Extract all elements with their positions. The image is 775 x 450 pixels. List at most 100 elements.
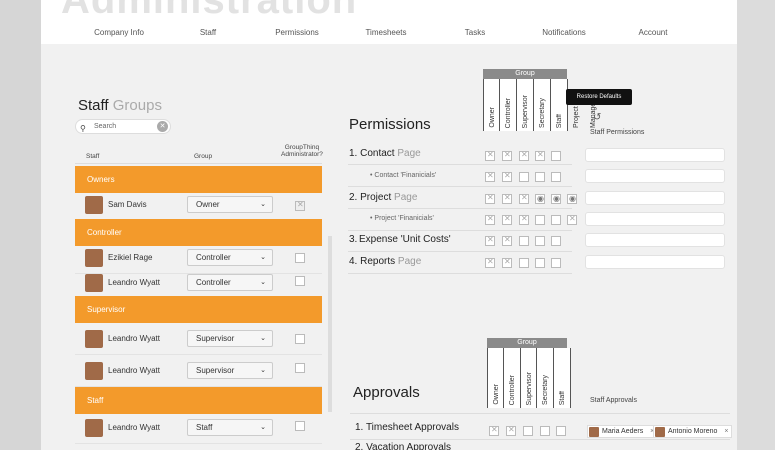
staff-permissions-input[interactable] <box>585 148 725 162</box>
permissions-title: Permissions <box>349 116 431 133</box>
approval-label: 2. Vacation Approvals <box>355 442 451 450</box>
eye-icon: ◉ <box>569 194 576 203</box>
admin-checkbox[interactable] <box>295 276 305 286</box>
permission-checkbox[interactable] <box>535 215 545 225</box>
permission-checkbox[interactable] <box>502 235 512 246</box>
permission-checkbox[interactable] <box>519 172 529 182</box>
tab-bar: Company Info Staff Permissions Timesheet… <box>75 21 698 44</box>
admin-checkbox[interactable] <box>295 363 305 373</box>
approval-checkbox[interactable] <box>523 426 533 436</box>
permission-checkbox[interactable] <box>485 235 495 246</box>
permission-checkbox[interactable] <box>502 257 512 268</box>
permission-checkbox[interactable] <box>502 193 512 204</box>
clear-search-icon[interactable]: ✕ <box>157 121 168 132</box>
tab-tasks[interactable]: Tasks <box>431 21 519 44</box>
permission-checkbox[interactable] <box>485 193 495 204</box>
staff-permissions-input[interactable] <box>585 233 725 247</box>
tab-timesheets[interactable]: Timesheets <box>342 21 430 44</box>
group-header-controller[interactable]: Controller <box>75 219 322 246</box>
role-column: Owner <box>483 79 500 131</box>
permission-checkbox[interactable] <box>535 150 545 161</box>
permission-checkbox[interactable] <box>519 214 529 225</box>
search-icon: ⚲ <box>80 124 86 133</box>
tab-notifications[interactable]: Notifications <box>520 21 608 44</box>
tab-account[interactable]: Account <box>609 21 697 44</box>
permission-checkbox[interactable] <box>551 236 561 246</box>
permission-checkbox[interactable] <box>485 150 495 161</box>
approval-checkbox[interactable] <box>556 426 566 436</box>
permission-checkbox[interactable] <box>485 214 495 225</box>
approval-checkbox[interactable] <box>540 426 550 436</box>
permission-checkbox[interactable] <box>519 193 529 204</box>
admin-checkbox[interactable] <box>295 421 305 431</box>
approval-checkbox[interactable] <box>489 425 499 436</box>
view-only-checkbox[interactable]: ◉ <box>535 194 545 204</box>
permission-label: 3. <box>349 234 358 245</box>
staff-permissions-input[interactable] <box>585 212 725 226</box>
admin-checkbox[interactable] <box>295 334 305 344</box>
approver-tag[interactable]: Antonio Moreno × <box>653 425 733 438</box>
tab-staff[interactable]: Staff <box>164 21 252 44</box>
staff-permissions-input[interactable] <box>585 191 725 205</box>
view-only-checkbox[interactable]: ◉ <box>551 194 561 204</box>
permission-sublabel: • Contact 'Finanicials' <box>370 172 437 179</box>
staff-permissions-input[interactable] <box>585 169 725 183</box>
permission-checkbox[interactable] <box>519 236 529 246</box>
permission-checkbox[interactable] <box>502 214 512 225</box>
permission-checkbox[interactable] <box>535 236 545 246</box>
permission-checkbox[interactable] <box>535 258 545 268</box>
search-input[interactable]: ⚲ Search ✕ <box>75 119 171 134</box>
staff-permissions-input[interactable] <box>585 255 725 269</box>
group-header-supervisor[interactable]: Supervisor <box>75 296 322 323</box>
group-select[interactable]: Owner ⌄ <box>187 196 273 213</box>
chevron-down-icon: ⌄ <box>260 254 266 261</box>
permission-checkbox[interactable] <box>551 258 561 268</box>
chevron-down-icon: ⌄ <box>260 201 266 208</box>
permission-checkbox[interactable] <box>502 171 512 182</box>
divider <box>350 439 730 440</box>
restore-defaults-icon[interactable]: ↺ <box>593 112 601 123</box>
role-columns: Owner Controller Supervisor Secretary St… <box>483 79 597 131</box>
chevron-down-icon: ⌄ <box>260 335 266 342</box>
divider <box>348 164 572 165</box>
approvals-role-header: Group Owner Controller Supervisor Secret… <box>487 338 571 408</box>
permission-checkbox[interactable] <box>551 215 561 225</box>
permission-checkbox[interactable] <box>485 257 495 268</box>
group-select[interactable]: Supervisor ⌄ <box>187 362 273 379</box>
role-column: Staff <box>554 348 571 408</box>
role-column: Project Manager <box>573 100 597 128</box>
permission-label: Expense 'Unit Costs' <box>359 234 451 245</box>
group-select[interactable]: Supervisor ⌄ <box>187 330 273 347</box>
permission-checkbox[interactable] <box>551 172 561 182</box>
group-select[interactable]: Controller ⌄ <box>187 249 273 266</box>
approver-tag[interactable]: Maria Aeders × <box>587 425 659 438</box>
permission-checkbox[interactable] <box>519 258 529 268</box>
approval-checkbox[interactable] <box>506 425 516 436</box>
view-only-checkbox[interactable]: ◉ <box>567 194 577 204</box>
avatar <box>85 330 103 348</box>
group-select[interactable]: Staff ⌄ <box>187 419 273 436</box>
group-header-owners[interactable]: Owners <box>75 166 322 193</box>
admin-checkbox[interactable] <box>295 253 305 263</box>
group-header-staff[interactable]: Staff <box>75 387 322 414</box>
permission-checkbox[interactable] <box>567 214 577 225</box>
remove-icon[interactable]: × <box>724 426 728 437</box>
tab-company-info[interactable]: Company Info <box>75 21 163 44</box>
staff-name: Leandro Wyatt <box>108 278 160 287</box>
permission-checkbox[interactable] <box>519 150 529 161</box>
table-row: Leandro Wyatt Supervisor ⌄ <box>75 324 322 355</box>
role-column: Staff <box>551 79 568 131</box>
permission-checkbox[interactable] <box>502 150 512 161</box>
avatar <box>589 427 599 437</box>
permission-checkbox[interactable] <box>551 151 561 161</box>
group-select[interactable]: Controller ⌄ <box>187 274 273 291</box>
permission-checkbox[interactable] <box>485 171 495 182</box>
tab-permissions[interactable]: Permissions <box>253 21 341 44</box>
staff-name: Ezikiel Rage <box>108 253 153 262</box>
role-column: Supervisor <box>520 348 538 408</box>
staff-list-scrollbar[interactable] <box>328 236 332 412</box>
table-row: Sam Davis Owner ⌄ <box>75 190 322 221</box>
group-header: Group <box>483 69 567 79</box>
column-header-group: Group <box>194 153 213 160</box>
permission-checkbox[interactable] <box>535 172 545 182</box>
